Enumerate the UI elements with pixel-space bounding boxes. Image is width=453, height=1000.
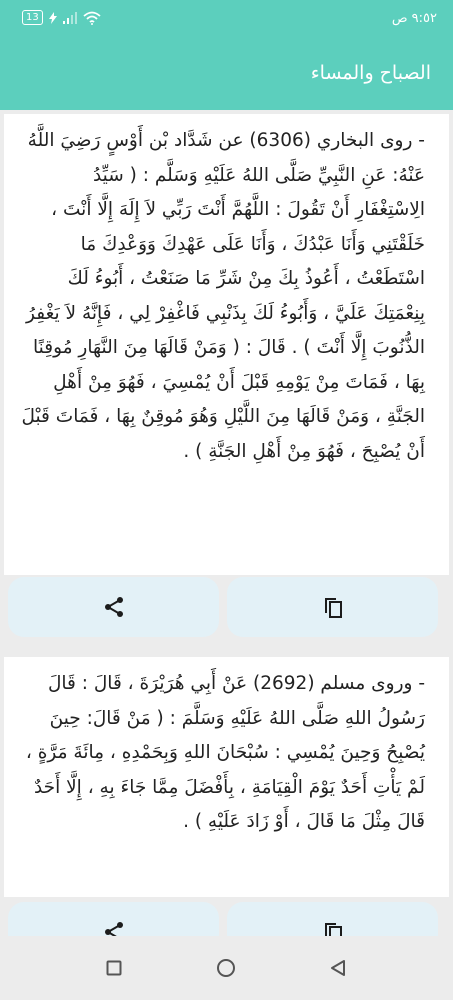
share-icon xyxy=(104,597,123,617)
recents-button[interactable] xyxy=(102,956,126,980)
copy-button[interactable] xyxy=(227,902,438,936)
copy-icon xyxy=(324,923,342,936)
battery-level: 13 xyxy=(26,12,39,23)
back-button[interactable] xyxy=(326,956,350,980)
circle-icon xyxy=(217,959,235,977)
page-title: الصباح والمساء xyxy=(310,62,431,84)
card-actions xyxy=(8,577,438,637)
wifi-icon xyxy=(83,11,101,25)
share-button[interactable] xyxy=(8,902,219,936)
copy-button[interactable] xyxy=(227,577,438,637)
battery-icon: 13 xyxy=(22,10,43,25)
hadith-card: - وروى مسلم (2692) عَنْ أَبِي هُرَيْرَةَ… xyxy=(4,657,449,897)
triangle-back-icon xyxy=(331,960,345,976)
status-icons: 13 xyxy=(22,10,101,25)
square-icon xyxy=(106,960,122,976)
content-list[interactable]: - روى البخاري (6306) عن شَدَّاد بْن أَوْ… xyxy=(0,110,453,936)
share-icon xyxy=(104,922,123,936)
lightning-icon xyxy=(48,11,57,24)
hadith-text: - روى البخاري (6306) عن شَدَّاد بْن أَوْ… xyxy=(21,130,425,462)
share-button[interactable] xyxy=(8,577,219,637)
system-nav-bar xyxy=(0,936,453,1000)
hadith-card: - روى البخاري (6306) عن شَدَّاد بْن أَوْ… xyxy=(4,114,449,575)
card-actions xyxy=(8,902,438,936)
signal-icon xyxy=(62,11,77,24)
copy-icon xyxy=(324,598,342,618)
status-bar: 13 ٩:٥٢ ص xyxy=(0,0,453,40)
status-time: ٩:٥٢ ص xyxy=(391,11,437,26)
app-bar: الصباح والمساء xyxy=(0,40,453,110)
hadith-text: - وروى مسلم (2692) عَنْ أَبِي هُرَيْرَةَ… xyxy=(25,673,425,832)
home-button[interactable] xyxy=(214,956,238,980)
